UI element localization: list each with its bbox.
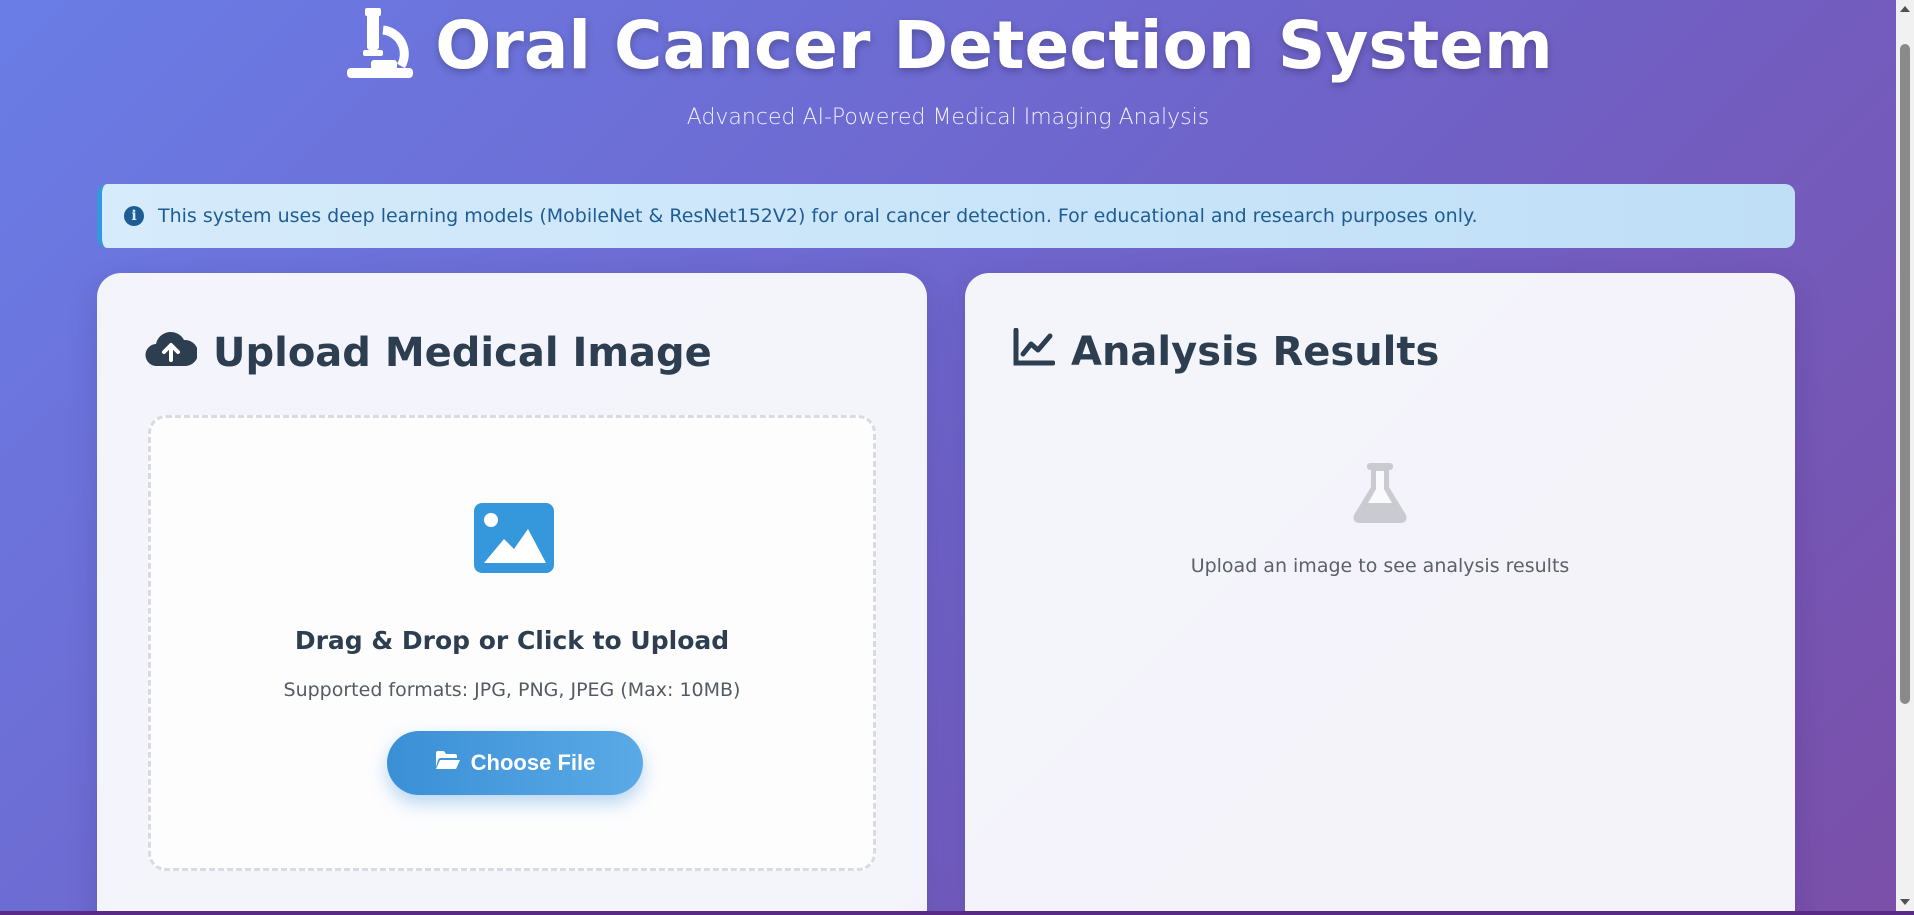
page-subtitle: Advanced AI-Powered Medical Imaging Anal… <box>686 105 1210 130</box>
scroll-up-arrow-icon[interactable] <box>1900 6 1910 12</box>
info-banner-text: This system uses deep learning models (M… <box>158 205 1478 227</box>
results-empty-message: Upload an image to see analysis results <box>1190 555 1570 577</box>
results-card-heading: Analysis Results <box>1013 327 1440 376</box>
folder-open-icon <box>435 749 461 777</box>
info-banner: i This system uses deep learning models … <box>97 184 1795 248</box>
dropzone-formats: Supported formats: JPG, PNG, JPEG (Max: … <box>283 679 741 701</box>
flask-icon <box>965 463 1795 529</box>
choose-file-label: Choose File <box>470 750 596 775</box>
page-title-text: Oral Cancer Detection System <box>435 7 1553 84</box>
upload-card-heading: Upload Medical Image <box>145 328 712 378</box>
results-card-title: Analysis Results <box>1071 329 1440 375</box>
page: Oral Cancer Detection System Advanced AI… <box>0 0 1896 911</box>
image-icon <box>474 503 554 577</box>
upload-dropzone[interactable]: Drag & Drop or Click to Upload Supported… <box>148 415 876 871</box>
page-scrollbar[interactable] <box>1896 0 1914 911</box>
upload-card-title: Upload Medical Image <box>213 330 712 376</box>
scroll-down-arrow-icon[interactable] <box>1900 899 1910 905</box>
results-empty-state: Upload an image to see analysis results <box>965 463 1795 577</box>
dropzone-title: Drag & Drop or Click to Upload <box>294 626 730 655</box>
page-title: Oral Cancer Detection System <box>0 6 1896 86</box>
bottom-edge <box>0 911 1914 915</box>
chart-line-icon <box>1013 327 1056 376</box>
microscope-icon <box>343 6 417 86</box>
scrollbar-thumb[interactable] <box>1900 44 1910 704</box>
info-icon: i <box>124 206 144 226</box>
cloud-upload-icon <box>145 328 199 378</box>
upload-card: Upload Medical Image Drag & Drop or Clic… <box>97 273 927 911</box>
choose-file-button[interactable]: Choose File <box>387 731 643 795</box>
results-card: Analysis Results Upload an image to see … <box>965 273 1795 911</box>
